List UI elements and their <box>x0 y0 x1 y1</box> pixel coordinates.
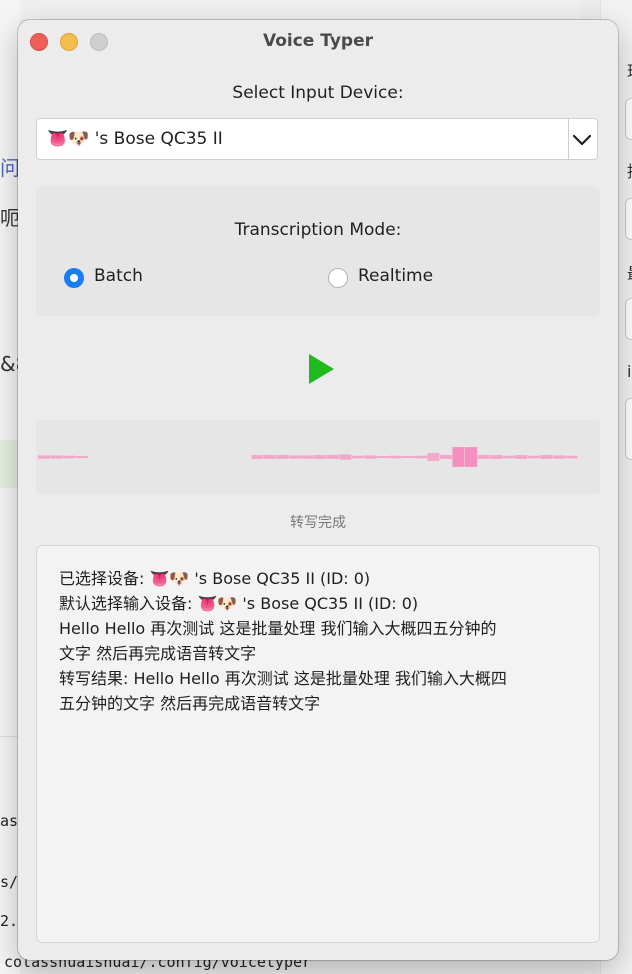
waveform-bar <box>540 455 553 459</box>
bg-text-fragment: as <box>0 812 19 830</box>
log-line: Hello Hello 再次测试 这是批量处理 我们输入大概四五分钟的 <box>59 619 497 638</box>
waveform-bar <box>389 455 402 459</box>
waveform-bar <box>38 455 51 459</box>
log-line: 五分钟的文字 然后再完成语音转文字 <box>59 694 321 713</box>
waveform-bar <box>565 455 578 459</box>
waveform-bar <box>527 455 540 459</box>
waveform-bar <box>490 455 503 459</box>
waveform-bar <box>502 455 515 459</box>
bg-divider <box>0 736 20 737</box>
window-title: Voice Typer <box>262 31 373 51</box>
bg-text-fragment: 最 <box>627 260 632 284</box>
waveform-bar <box>352 455 365 459</box>
dropdown-toggle[interactable] <box>568 119 597 159</box>
waveform-bar <box>289 455 302 459</box>
log-line: 文字 然后再完成语音转文字 <box>59 644 257 663</box>
radio-checked-icon <box>64 268 84 288</box>
title-bar[interactable]: Voice Typer <box>18 20 618 64</box>
play-icon <box>309 354 334 384</box>
waveform-bar <box>276 455 289 459</box>
bg-text-fragment: 2. <box>0 912 19 930</box>
input-device-select[interactable]: 👅🐶 's Bose QC35 II <box>36 118 598 160</box>
waveform-bar <box>75 456 88 458</box>
bg-field <box>625 198 632 240</box>
log-output-panel[interactable]: 已选择设备: 👅🐶 's Bose QC35 II (ID: 0) 默认选择输入… <box>36 545 600 943</box>
bg-field <box>625 398 632 460</box>
waveform-bar <box>301 455 314 459</box>
bg-text-fragment: 持 <box>627 158 632 182</box>
transcription-mode-label: Transcription Mode: <box>234 220 402 240</box>
radio-realtime-label: Realtime <box>358 266 434 286</box>
bg-highlight <box>0 440 20 488</box>
transcription-mode-panel: Transcription Mode: Batch Realtime <box>36 186 600 316</box>
waveform-bar <box>402 456 415 458</box>
waveform-bar <box>63 455 76 459</box>
voice-typer-window: Voice Typer Select Input Device: 👅🐶 's B… <box>18 20 618 960</box>
chevron-down-icon <box>572 134 592 146</box>
waveform-bar <box>552 455 565 459</box>
log-line: 转写结果: Hello Hello 再次测试 这是批量处理 我们输入大概四 <box>59 669 507 688</box>
waveform-bar <box>477 455 490 459</box>
bg-text-fragment: i <box>627 362 632 381</box>
waveform-bar <box>452 447 465 467</box>
bg-text-fragment: 呃 <box>0 206 20 230</box>
waveform-bar <box>339 454 352 460</box>
bg-text-fragment: 理 <box>627 58 632 82</box>
waveform-bar <box>326 455 339 459</box>
status-text: 转写完成 <box>290 515 346 531</box>
waveform-bar <box>427 453 440 461</box>
radio-batch-label: Batch <box>94 266 143 286</box>
background-window-left: 问 呃 &8 as s/ 2. <box>0 0 20 974</box>
play-button[interactable] <box>304 351 338 387</box>
log-line: 默认选择输入设备: 👅🐶 's Bose QC35 II (ID: 0) <box>59 594 419 613</box>
waveform-display <box>38 447 578 467</box>
waveform-bar <box>50 455 63 459</box>
bg-text-fragment: 问 <box>0 156 20 180</box>
waveform-bar <box>264 455 277 459</box>
waveform-bar <box>364 455 377 459</box>
waveform-bar <box>515 455 528 459</box>
background-window-top <box>20 0 580 21</box>
bg-field <box>625 98 632 140</box>
waveform-panel <box>36 420 600 494</box>
input-device-label: Select Input Device: <box>232 83 404 103</box>
log-line: 已选择设备: 👅🐶 's Bose QC35 II (ID: 0) <box>59 569 371 588</box>
waveform-bar <box>251 455 264 459</box>
input-device-value: 👅🐶 's Bose QC35 II <box>47 129 223 149</box>
waveform-bar <box>465 447 478 467</box>
bg-text-fragment: &8 <box>0 352 20 376</box>
bg-text-fragment: s/ <box>0 873 19 891</box>
waveform-bar <box>377 456 390 458</box>
waveform-bar <box>314 455 327 459</box>
waveform-bar <box>414 455 427 459</box>
radio-unchecked-icon <box>328 268 348 288</box>
waveform-bar <box>439 455 452 459</box>
bg-field <box>625 298 632 340</box>
